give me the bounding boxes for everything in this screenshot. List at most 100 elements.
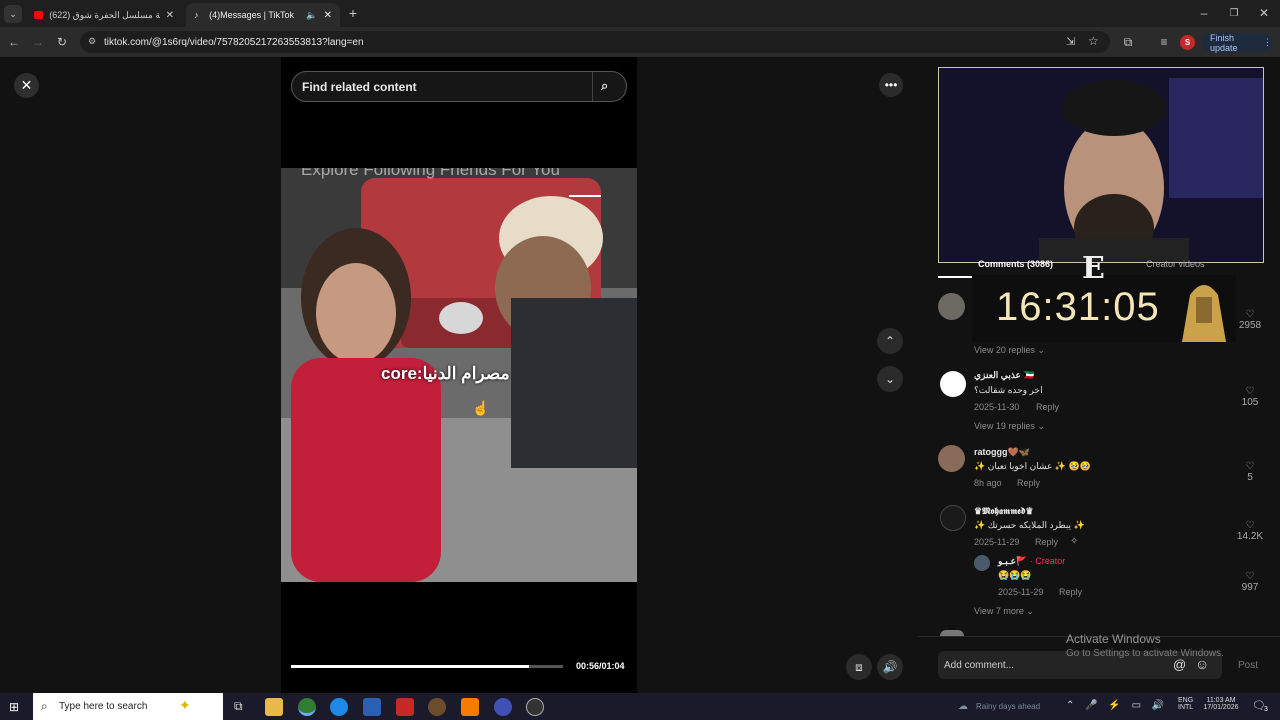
post-button[interactable]: Post xyxy=(1238,660,1258,671)
volume-icon[interactable]: 🔊 xyxy=(877,654,903,680)
like-button[interactable]: ♡ 2958 xyxy=(1230,309,1270,331)
view-replies-label: View 19 replies xyxy=(974,421,1035,431)
tab-title: (4)Messages | TikTok xyxy=(209,10,294,20)
progress-track[interactable] xyxy=(291,665,563,668)
tab-tiktok[interactable]: ♪ (4)Messages | TikTok 🔈 ✕ xyxy=(186,3,340,27)
video-frame[interactable]: Explore Following Friends For You core:م… xyxy=(281,168,637,582)
view-replies-button[interactable]: View 20 replies ⌄ xyxy=(974,345,1045,356)
search-input[interactable]: Find related content ⌕ xyxy=(291,71,627,102)
chrome-icon[interactable] xyxy=(298,698,316,716)
app-x-icon[interactable] xyxy=(396,698,414,716)
minimize-icon[interactable]: – xyxy=(1196,5,1212,21)
progress-fill xyxy=(291,665,529,668)
float-player-icon[interactable]: ⧈ xyxy=(846,654,872,680)
view-more-label: View 7 more xyxy=(974,606,1024,616)
file-explorer-icon[interactable] xyxy=(265,698,283,716)
finish-update-label: Finish update xyxy=(1210,32,1238,53)
comment-author[interactable]: ratoggg🤎🦋 xyxy=(974,447,1030,458)
avatar[interactable] xyxy=(940,371,966,397)
install-app-icon[interactable]: ⇲ xyxy=(1066,35,1075,48)
clock[interactable]: 11:03 AM 17/01/2026 xyxy=(1200,697,1242,711)
previous-video-icon[interactable]: ⌃ xyxy=(877,328,903,354)
avatar[interactable] xyxy=(938,293,965,320)
like-count: 5 xyxy=(1247,472,1253,483)
forward-icon[interactable]: → xyxy=(30,34,46,50)
like-count: 105 xyxy=(1241,397,1259,408)
mention-icon[interactable]: @ xyxy=(1173,657,1186,672)
comment-author[interactable]: ♛𝕸𝖔𝖍𝖆𝖒𝖒𝖊𝖉♛ xyxy=(974,506,1033,517)
reply-button[interactable]: Reply xyxy=(1036,402,1059,412)
search-icon[interactable]: ⌕ xyxy=(601,78,608,94)
clock-time-text: 11:03 AM xyxy=(1206,697,1236,704)
heart-icon: ♡ xyxy=(1245,520,1255,531)
system-tray-icons[interactable]: ⌃ 🎤 ⚡ ▭ 🔊 xyxy=(1066,700,1168,711)
task-view-icon[interactable]: ⧉ xyxy=(234,699,243,714)
next-video-icon[interactable]: ⌄ xyxy=(877,366,903,392)
overlay-tabs-text: Explore Following Friends For You xyxy=(301,168,560,179)
restore-icon[interactable]: ❐ xyxy=(1226,5,1242,21)
lang-code: ENG xyxy=(1178,697,1194,704)
video-caption: core:مصرام الدنيا xyxy=(381,364,510,383)
search-divider xyxy=(592,72,593,101)
taskbar-search-input[interactable]: ⌕ Type here to search ✦ xyxy=(33,693,223,720)
lang-layout: INTL xyxy=(1178,704,1194,711)
reply-button[interactable]: Reply xyxy=(1035,537,1058,547)
like-button[interactable]: ♡ 997 xyxy=(1230,571,1270,593)
reply-button[interactable]: Reply xyxy=(1059,587,1082,597)
close-window-icon[interactable]: ✕ xyxy=(1256,5,1272,21)
more-options-icon[interactable]: ••• xyxy=(879,73,903,97)
profile-avatar[interactable]: S xyxy=(1180,35,1195,50)
close-tab-icon[interactable]: ✕ xyxy=(324,10,332,21)
taskbar-search-placeholder: Type here to search xyxy=(59,701,148,712)
menu-dots-icon: ⋮ xyxy=(1263,37,1272,47)
speaker-icon[interactable]: 🔈 xyxy=(306,10,317,21)
clock-time: 16:31:05 xyxy=(996,285,1160,329)
tab-comments[interactable]: Comments (3086) xyxy=(978,259,1053,269)
gift-icon: ✧ xyxy=(1070,536,1079,547)
like-button[interactable]: ♡ 5 xyxy=(1230,461,1270,483)
avatar[interactable] xyxy=(940,505,966,531)
comment-author[interactable]: عذبي العنزي 🇰🇼 xyxy=(974,370,1035,381)
tab-youtube[interactable]: (622) اغنية مسلسل الحفرة شوق ✕ xyxy=(26,3,182,27)
avatar[interactable] xyxy=(974,555,990,571)
back-icon[interactable]: ← xyxy=(6,34,22,50)
reload-icon[interactable]: ↻ xyxy=(54,34,70,50)
mouse-cursor-icon: ☝ xyxy=(472,400,490,416)
language-indicator[interactable]: ENG INTL xyxy=(1178,697,1193,711)
media-controls-icon[interactable]: ≡ xyxy=(1156,34,1172,50)
url-text: tiktok.com/@1s6rq/video/7578205217263553… xyxy=(104,36,364,48)
heart-icon: ♡ xyxy=(1245,386,1255,397)
tab-creator-videos[interactable]: Creator videos xyxy=(1146,259,1205,269)
new-tab-icon[interactable]: + xyxy=(345,5,361,21)
edge-icon[interactable] xyxy=(330,698,348,716)
bookmark-star-icon[interactable]: ☆ xyxy=(1088,34,1099,48)
url-field[interactable]: ⚙ tiktok.com/@1s6rq/video/75782052172635… xyxy=(80,31,1110,53)
site-info-icon[interactable]: ⚙ xyxy=(88,36,96,47)
sublime-icon[interactable] xyxy=(461,698,479,716)
game-icon[interactable] xyxy=(428,698,446,716)
like-button[interactable]: ♡ 105 xyxy=(1230,386,1270,408)
tab-search-chevron-icon[interactable]: ⌄ xyxy=(4,5,22,23)
reply-button[interactable]: Reply xyxy=(1017,478,1040,488)
view-replies-button[interactable]: View 19 replies ⌄ xyxy=(974,421,1045,432)
view-more-button[interactable]: View 7 more ⌄ xyxy=(974,606,1034,617)
discord-icon[interactable] xyxy=(494,698,512,716)
close-video-icon[interactable]: ✕ xyxy=(14,73,39,98)
tab-title: (622) اغنية مسلسل الحفرة شوق xyxy=(49,9,160,20)
windows-start-icon[interactable]: ⊞ xyxy=(9,700,19,714)
weather-icon: ☁ xyxy=(958,701,968,712)
like-count: 997 xyxy=(1241,582,1259,593)
finish-update-button[interactable]: Finish update ⋮ xyxy=(1202,32,1272,53)
comment-author[interactable]: عـبـو🚩 · Creator xyxy=(998,556,1065,567)
outlook-icon[interactable] xyxy=(363,698,381,716)
like-count: 14.2K xyxy=(1236,531,1264,542)
pharaoh-icon xyxy=(1182,285,1226,342)
extensions-icon[interactable]: ⧉ xyxy=(1120,34,1136,50)
activate-windows-subtitle: Go to Settings to activate Windows. xyxy=(1066,648,1224,659)
like-button[interactable]: ♡ 14.2K xyxy=(1230,520,1270,542)
comment-date: 8h ago xyxy=(974,478,1002,488)
weather-text[interactable]: Rainy days ahead xyxy=(976,702,1040,711)
close-tab-icon[interactable]: ✕ xyxy=(166,10,174,21)
obs-icon[interactable] xyxy=(526,698,544,716)
avatar[interactable] xyxy=(938,445,965,472)
